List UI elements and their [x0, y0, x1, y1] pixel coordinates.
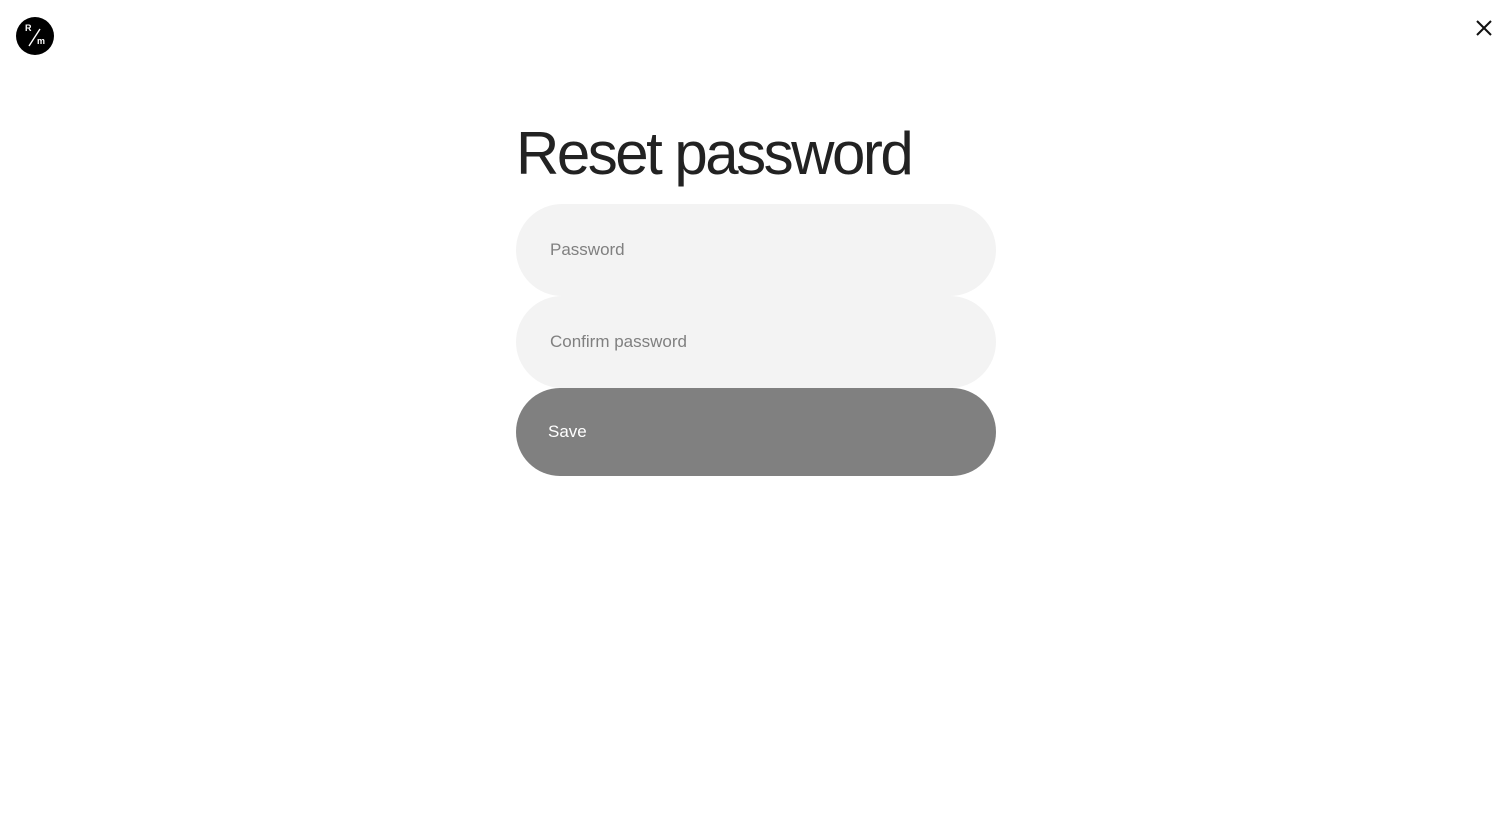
logo[interactable]: R m [16, 17, 54, 55]
save-button[interactable]: Save [516, 388, 996, 476]
logo-slash-icon [28, 28, 41, 47]
reset-password-page: R m Reset password Save [0, 0, 1512, 814]
password-input[interactable] [516, 204, 996, 296]
close-button[interactable] [1470, 14, 1498, 42]
page-title: Reset password [516, 120, 914, 187]
logo-letter-r: R [25, 23, 32, 33]
logo-letter-m: m [37, 36, 46, 46]
reset-password-form: Reset password Save [516, 118, 996, 476]
confirm-password-input[interactable] [516, 296, 996, 388]
close-icon [1476, 20, 1492, 36]
